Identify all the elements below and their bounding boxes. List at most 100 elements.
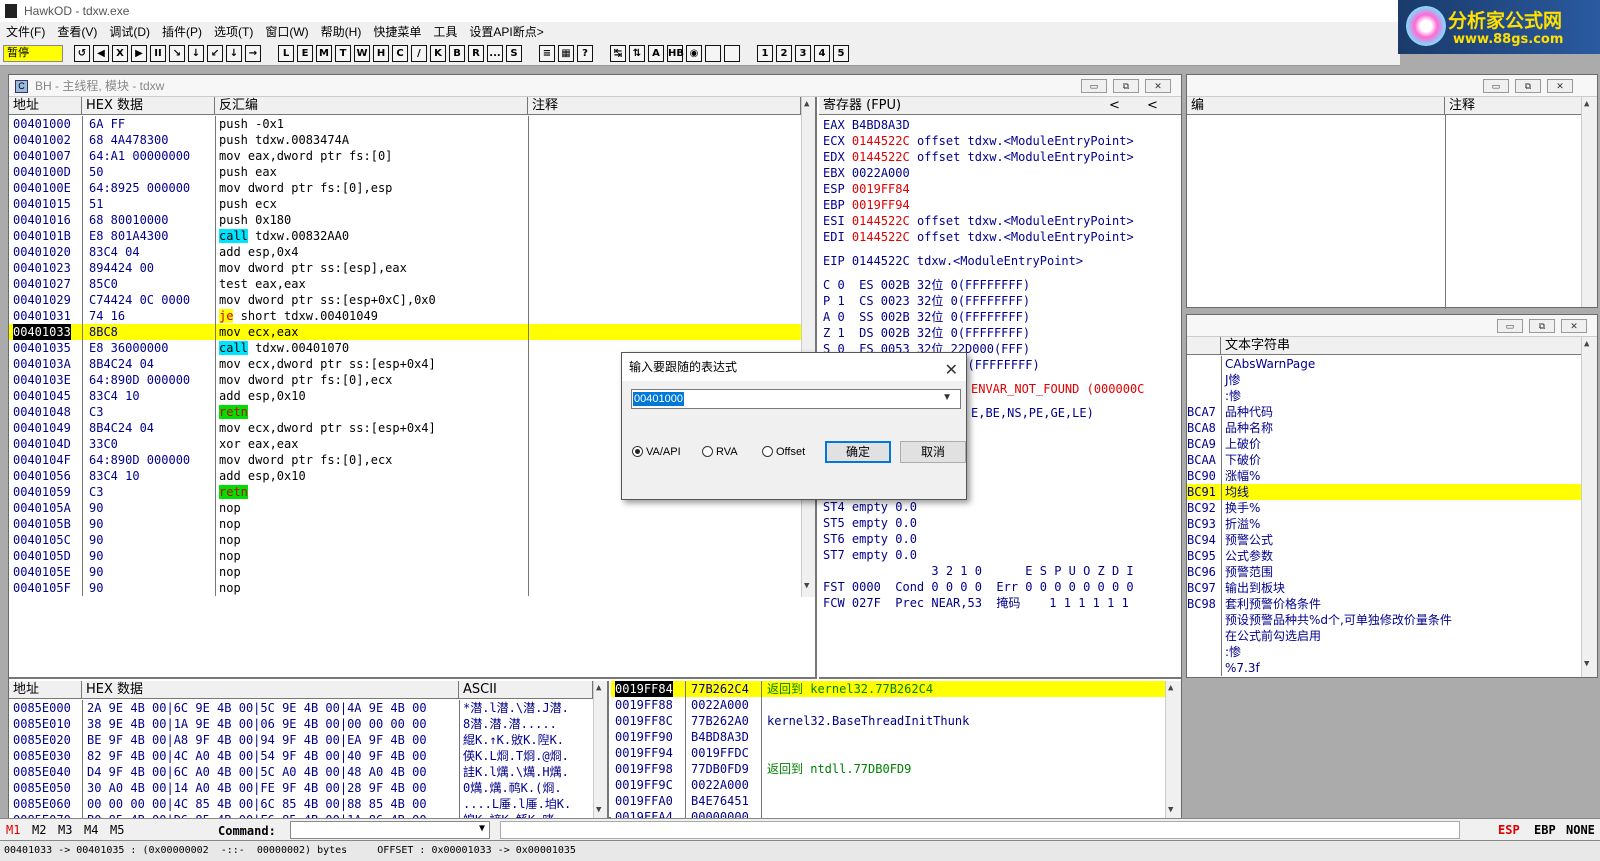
disasm-row[interactable]: 00401002 68 4A478300 push tdxw.0083474A: [9, 132, 801, 148]
chevron-left-icon[interactable]: <: [1147, 97, 1158, 115]
toolbar-numbers-button-1[interactable]: 2: [776, 45, 792, 62]
col-comment[interactable]: 注释: [1445, 97, 1583, 115]
toolbar-group1-button-0[interactable]: ↺: [74, 45, 90, 62]
menu-item-0[interactable]: 文件(F): [0, 22, 51, 42]
disasm-row[interactable]: 0040105C 90 nop: [9, 532, 801, 548]
disasm-row[interactable]: 00401016 68 80010000 push 0x180: [9, 212, 801, 228]
toolbar-group2-button-8[interactable]: K: [430, 45, 446, 62]
scroll-down-icon[interactable]: ▼: [1168, 805, 1173, 815]
col-disasm[interactable]: 反汇编: [215, 97, 528, 115]
esp-label[interactable]: ESP: [1498, 823, 1520, 837]
disasm-row[interactable]: 00401029 C74424 0C 0000 mov dword ptr ss:[…: [9, 292, 801, 308]
menu-item-1[interactable]: 查看(V): [51, 22, 103, 42]
none-label[interactable]: NONE: [1566, 823, 1595, 837]
strings-scrollbar[interactable]: ▲ ▼: [1581, 337, 1597, 677]
toolbar-group1-button-3[interactable]: ▶: [131, 45, 147, 62]
register-eax[interactable]: EAX B4BD8A3D: [823, 117, 917, 133]
ok-button[interactable]: 确定: [825, 441, 891, 463]
toolbar-group4-button-2[interactable]: A: [648, 45, 664, 62]
toolbar-group4-button-0[interactable]: ↹: [610, 45, 626, 62]
disasm-row[interactable]: 00401027 85C0 test eax,eax: [9, 276, 801, 292]
col-address[interactable]: 地址: [9, 97, 82, 115]
toolbar-numbers-button-3[interactable]: 4: [814, 45, 830, 62]
toolbar-group2-button-3[interactable]: T: [335, 45, 351, 62]
scroll-down-icon[interactable]: ▼: [804, 581, 809, 591]
toolbar-group2-button-11[interactable]: ...: [487, 45, 503, 62]
dump-col-ascii[interactable]: ASCII: [459, 681, 593, 699]
minimize-button[interactable]: ▭: [1497, 319, 1523, 333]
dump-pane[interactable]: 地址 HEX 数据 ASCII 0085E000 2A 9E 4B 00|6C 9…: [9, 681, 609, 819]
close-button[interactable]: ✕: [1547, 79, 1573, 93]
cancel-button[interactable]: 取消: [900, 441, 966, 463]
menu-item-4[interactable]: 选项(T): [208, 22, 259, 42]
toolbar-group1-button-9[interactable]: →: [245, 45, 261, 62]
register-ebx[interactable]: EBX 0022A000: [823, 165, 917, 181]
fpu-control-word[interactable]: FCW 027F Prec NEAR,53 掩码 1 1 1 1 1 1: [823, 595, 1129, 611]
stack-row[interactable]: 0019FF9C 0022A000: [611, 777, 1165, 793]
toolbar-group2-button-4[interactable]: W: [354, 45, 370, 62]
close-icon[interactable]: ✕: [945, 357, 958, 385]
disasm-scrollbar[interactable]: ▲ ▼: [801, 97, 815, 597]
dump-row[interactable]: 0085E060 00 00 00 00|4C 85 4B 00|6C 85 4B…: [9, 796, 593, 812]
dump-row[interactable]: 0085E040 D4 9F 4B 00|6C A0 4B 00|5C A0 4B…: [9, 764, 593, 780]
toolbar-group2-button-12[interactable]: S: [506, 45, 522, 62]
register-ebp[interactable]: EBP 0019FF94: [823, 197, 917, 213]
register-eip[interactable]: EIP 0144522C tdxw.<ModuleEntryPoint>: [823, 253, 1083, 269]
toolbar-numbers-button-0[interactable]: 1: [757, 45, 773, 62]
toolbar-group4-button-3[interactable]: HB: [667, 45, 684, 62]
string-row[interactable]: BC93 折溢%: [1187, 516, 1583, 532]
scroll-up-icon[interactable]: ▲: [804, 99, 809, 109]
string-row[interactable]: BC95 公式参数: [1187, 548, 1583, 564]
stack-row[interactable]: 0019FF88 0022A000: [611, 697, 1165, 713]
fpu-register[interactable]: ST5 empty 0.0: [823, 515, 917, 531]
string-row[interactable]: CAbsWarnPage: [1187, 356, 1583, 372]
disasm-row[interactable]: 00401031 74 16 je short tdxw.00401049: [9, 308, 801, 324]
string-row[interactable]: 预设预警品种共%d个,可单独修改价量条件: [1187, 612, 1583, 628]
disasm-row[interactable]: 00401007 64:A1 00000000 mov eax,dword ptr …: [9, 148, 801, 164]
string-row[interactable]: BC91 均线: [1187, 484, 1583, 500]
string-row[interactable]: BC90 涨幅%: [1187, 468, 1583, 484]
toolbar-group4-button-5[interactable]: [705, 45, 721, 62]
menu-item-3[interactable]: 插件(P): [156, 22, 208, 42]
string-row[interactable]: BC98 套利预警价格条件: [1187, 596, 1583, 612]
chevron-down-icon[interactable]: ▼: [942, 392, 952, 403]
restore-button[interactable]: ⧉: [1515, 79, 1541, 93]
toolbar-group3-button-2[interactable]: ?: [577, 45, 593, 62]
toolbar-group4-button-4[interactable]: ◉: [686, 45, 702, 62]
stack-row[interactable]: 0019FF84 77B262C4 返回到 kernel32.77B262C4: [611, 681, 1165, 697]
close-button[interactable]: ✕: [1145, 79, 1171, 93]
toolbar-group2-button-6[interactable]: C: [392, 45, 408, 62]
fpu-register[interactable]: ST4 empty 0.0: [823, 499, 917, 515]
toolbar-group2-button-5[interactable]: H: [373, 45, 389, 62]
col-disasm-partial[interactable]: 编: [1187, 97, 1445, 115]
string-row[interactable]: 在公式前勾选启用: [1187, 628, 1583, 644]
close-button[interactable]: ✕: [1561, 319, 1587, 333]
register-esi[interactable]: ESI 0144522C offset tdxw.<ModuleEntryPoi…: [823, 213, 1134, 229]
strings-col-addr[interactable]: [1187, 337, 1221, 355]
toolbar-numbers-button-4[interactable]: 5: [833, 45, 849, 62]
toolbar-group1-button-5[interactable]: ↘: [169, 45, 185, 62]
disasm-row[interactable]: 0040105E 90 nop: [9, 564, 801, 580]
menu-item-7[interactable]: 快捷菜单: [367, 22, 427, 42]
disasm-row[interactable]: 0040105F 90 nop: [9, 580, 801, 596]
mark-m3[interactable]: M3: [58, 823, 72, 837]
flag-row[interactable]: C 0 ES 002B 32位 0(FFFFFFFF): [823, 277, 1030, 293]
menu-item-8[interactable]: 工具: [427, 22, 463, 42]
string-row[interactable]: BC96 预警范围: [1187, 564, 1583, 580]
disasm-row[interactable]: 00401033 8BC8 mov ecx,eax: [9, 324, 801, 340]
disasm-row[interactable]: 0040105D 90 nop: [9, 548, 801, 564]
col-comment[interactable]: 注释: [528, 97, 801, 115]
strings-col-text[interactable]: 文本字符串: [1221, 337, 1583, 355]
radio-va-api[interactable]: VA/API: [632, 445, 681, 459]
toolbar-numbers-button-2[interactable]: 3: [795, 45, 811, 62]
scroll-up-icon[interactable]: ▲: [596, 683, 601, 693]
register-edi[interactable]: EDI 0144522C offset tdxw.<ModuleEntryPoi…: [823, 229, 1134, 245]
scroll-up-icon[interactable]: ▲: [1584, 339, 1589, 349]
restore-button[interactable]: ⧉: [1529, 319, 1555, 333]
minimize-button[interactable]: ▭: [1483, 79, 1509, 93]
toolbar-group4-button-6[interactable]: [724, 45, 740, 62]
string-row[interactable]: BCA8 品种名称: [1187, 420, 1583, 436]
disasm-row[interactable]: 0040101B E8 801A4300 call tdxw.00832AA0: [9, 228, 801, 244]
toolbar-group1-button-4[interactable]: II: [150, 45, 166, 62]
flag-row[interactable]: P 1 CS 0023 32位 0(FFFFFFFF): [823, 293, 1030, 309]
